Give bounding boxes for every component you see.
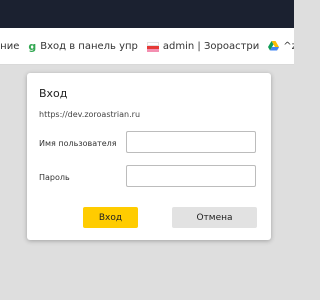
bookmark-item[interactable]: g Вход в панель упр — [28, 41, 138, 52]
flag-icon — [146, 41, 159, 52]
username-label: Имя пользователя — [39, 139, 117, 148]
password-input[interactable] — [126, 165, 256, 187]
username-input[interactable] — [126, 131, 256, 153]
bookmark-item[interactable]: ^zoroast — [268, 41, 294, 52]
google-drive-icon — [268, 41, 280, 51]
google-g-icon: g — [28, 39, 37, 53]
cancel-button[interactable]: Отмена — [172, 207, 257, 228]
bookmark-item[interactable]: ение — [0, 41, 19, 52]
bookmark-label: ^zoroast — [283, 40, 294, 52]
bookmark-label: admin | Зороастри — [162, 40, 260, 52]
bookmarks-bar: ение g Вход в панель упр admin | Зороаст… — [0, 28, 294, 65]
login-dialog: Вход https://dev.zoroastrian.ru Имя поль… — [27, 73, 271, 240]
password-label: Пароль — [39, 173, 70, 182]
login-button[interactable]: Вход — [83, 207, 138, 228]
browser-top-bar — [0, 0, 294, 28]
bookmark-item[interactable]: admin | Зороастри — [146, 40, 260, 52]
dialog-title: Вход — [39, 87, 68, 100]
site-url: https://dev.zoroastrian.ru — [39, 110, 141, 119]
bookmark-label: ение — [0, 40, 20, 52]
bookmark-label: Вход в панель упр — [40, 40, 138, 52]
